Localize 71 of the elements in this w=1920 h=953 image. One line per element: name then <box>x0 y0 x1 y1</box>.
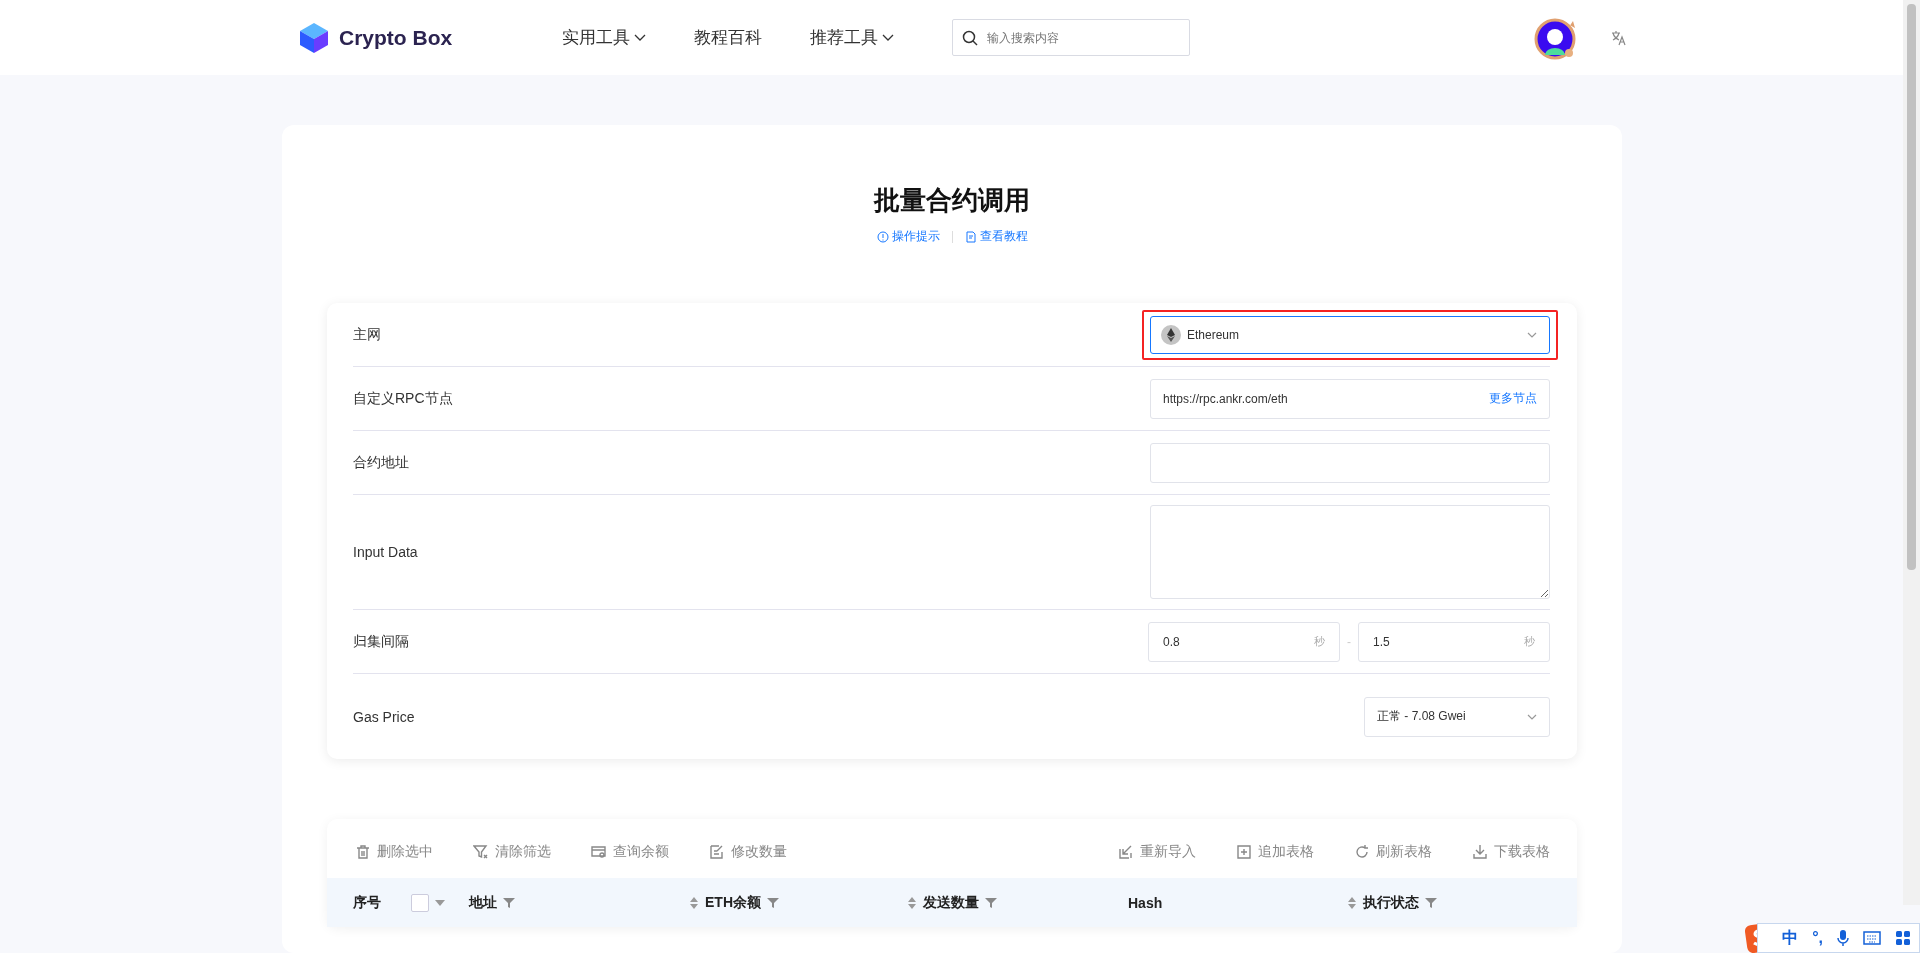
field-label: Input Data <box>353 544 418 560</box>
input-data-field[interactable] <box>1150 505 1550 599</box>
download-icon <box>1472 844 1488 860</box>
column-label: 序号 <box>353 893 381 912</box>
scrollbar[interactable] <box>1903 0 1920 905</box>
chevron-down-icon <box>634 33 647 42</box>
toolbar-button[interactable]: 刷新表格 <box>1354 843 1432 861</box>
network-select[interactable]: Ethereum <box>1150 315 1550 354</box>
column-label: 执行状态 <box>1363 893 1419 912</box>
column-label: Hash <box>1128 894 1163 911</box>
keyboard-icon <box>1863 931 1881 945</box>
field-label: Gas Price <box>353 708 415 725</box>
filter-icon[interactable] <box>1425 896 1437 909</box>
filter-icon <box>473 844 489 860</box>
filter-icon[interactable] <box>503 896 515 909</box>
column-label: ETH余额 <box>705 893 761 912</box>
toolbar-button[interactable]: 修改数量 <box>709 843 787 861</box>
cube-logo-icon <box>297 20 331 55</box>
sort-icon <box>1347 895 1357 910</box>
gas-price-select[interactable]: 正常 - 7.08 Gwei <box>1364 696 1550 737</box>
ethereum-icon <box>1161 324 1181 345</box>
rpc-field[interactable]: https://rpc.ankr.com/eth 更多节点 <box>1150 378 1550 419</box>
page-title: 批量合约调用 <box>872 184 1031 217</box>
column-label: 地址 <box>469 893 497 912</box>
select-all-checkbox[interactable] <box>411 893 429 912</box>
info-icon <box>876 230 889 243</box>
column-label: 发送数量 <box>923 893 979 912</box>
range-separator: - <box>1347 634 1351 649</box>
refresh-icon <box>1354 844 1370 860</box>
interval-field[interactable]: 0.8 秒 <box>1148 621 1340 662</box>
unit-label: 秒 <box>1524 634 1535 649</box>
chevron-down-icon <box>882 33 895 42</box>
caret-down-icon <box>435 899 445 906</box>
field-label: 主网 <box>353 325 381 344</box>
filter-icon[interactable] <box>985 896 997 909</box>
interval-field[interactable]: 1.5 秒 <box>1358 621 1550 662</box>
search-field[interactable]: 输入搜索内容 <box>952 19 1191 56</box>
nav-link[interactable]: 推荐工具 <box>810 26 895 49</box>
scroll-thumb[interactable] <box>1907 4 1916 570</box>
toolbar-button[interactable]: 下载表格 <box>1472 843 1550 861</box>
trash-icon <box>355 844 371 860</box>
microphone-icon <box>1837 930 1849 946</box>
more-nodes-link[interactable]: 更多节点 <box>1489 390 1537 407</box>
filter-icon[interactable] <box>767 896 779 909</box>
chevron-down-icon <box>1527 331 1537 338</box>
document-icon <box>964 230 977 243</box>
nav-link[interactable]: 实用工具 <box>562 26 647 49</box>
import-icon <box>1118 844 1134 860</box>
punctuation-toggle[interactable]: °, <box>1812 929 1823 947</box>
chevron-down-icon <box>1527 713 1537 720</box>
toolbar-button[interactable]: 查询余额 <box>591 843 669 861</box>
toolbar-button[interactable]: 追加表格 <box>1236 843 1314 861</box>
field-label: 归集间隔 <box>353 632 409 651</box>
toolbar-button[interactable]: 重新导入 <box>1118 843 1196 861</box>
sort-icon <box>689 895 699 910</box>
field-label: 自定义RPC节点 <box>353 389 453 408</box>
edit-icon <box>709 844 725 860</box>
sort-icon <box>907 895 917 910</box>
card-search-icon <box>591 844 607 860</box>
logo-text[interactable]: Crypto Box <box>339 25 453 50</box>
help-link[interactable]: 查看教程 <box>964 228 1028 245</box>
unit-label: 秒 <box>1314 634 1325 649</box>
field-label: 合约地址 <box>353 453 409 472</box>
toolbar-button[interactable]: 清除筛选 <box>473 843 551 861</box>
toolbar-button[interactable]: 删除选中 <box>355 843 433 861</box>
nav-link[interactable]: 教程百科 <box>694 26 763 49</box>
translate-icon[interactable] <box>1611 29 1627 46</box>
ime-mode[interactable]: 中 <box>1782 927 1799 949</box>
grid-icon <box>1895 930 1911 946</box>
help-link[interactable]: 操作提示 <box>876 228 940 245</box>
address-field[interactable] <box>1150 442 1550 483</box>
